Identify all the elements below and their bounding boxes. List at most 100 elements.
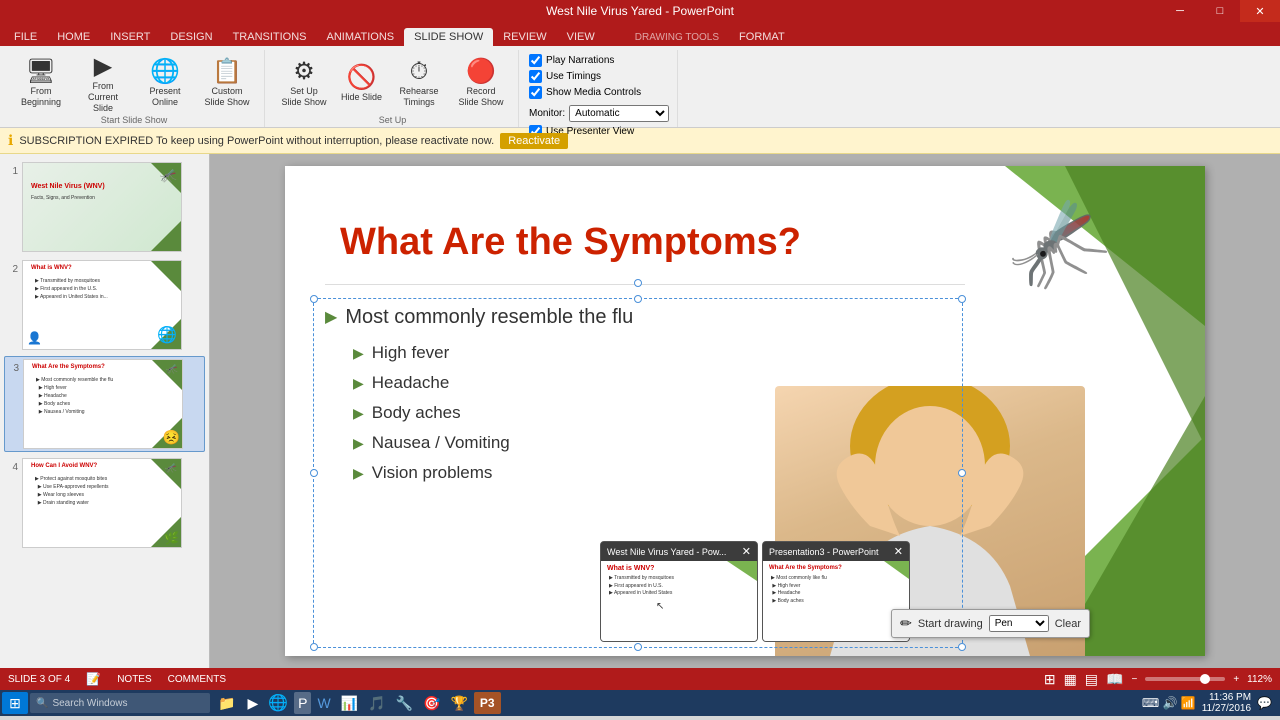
zoom-level[interactable]: 112% — [1247, 674, 1272, 685]
slide-img-2: What is WNV? ▶ Transmitted by mosquitoes… — [22, 260, 182, 350]
rotate-handle[interactable] — [634, 279, 642, 287]
ribbon-group-setup: ⚙ Set Up Slide Show 🚫 Hide Slide ⏱ Rehea… — [267, 50, 519, 127]
minimize-button[interactable]: ─ — [1160, 0, 1200, 22]
zoom-minus-button[interactable]: − — [1131, 674, 1137, 685]
bullet-5: ▶ Vision problems — [353, 463, 825, 483]
handle-bl[interactable] — [310, 643, 318, 651]
tab-review[interactable]: REVIEW — [493, 28, 556, 46]
tab-design[interactable]: DESIGN — [160, 28, 222, 46]
notes-icon: 📝 — [86, 672, 101, 686]
taskbar-icon-7[interactable]: 🏆 — [446, 692, 471, 714]
slide-number-3: 3 — [7, 363, 19, 374]
from-current-button[interactable]: ▶ From Current Slide — [74, 50, 132, 115]
popup-preview-1: What is WNV? ▶ Transmitted by mosquitoes… — [601, 561, 757, 641]
monitor-select[interactable]: Automatic — [569, 105, 669, 122]
handle-bc[interactable] — [634, 643, 642, 651]
bullet-text-3: Body aches — [372, 403, 461, 423]
slide-thumb-2[interactable]: 2 What is WNV? ▶ Transmitted by mosquito… — [4, 258, 205, 352]
slide-thumb-4[interactable]: 4 How Can I Avoid WNV? ▶ Protect against… — [4, 456, 205, 550]
present-online-button[interactable]: 🌐 Present Online — [136, 55, 194, 110]
bullet-2: ▶ Headache — [353, 373, 825, 393]
view-slide-icon[interactable]: ▤ — [1085, 671, 1098, 688]
zoom-plus-button[interactable]: + — [1233, 674, 1239, 685]
tab-slideshow[interactable]: SLIDE SHOW — [404, 28, 493, 46]
start-button[interactable]: ⊞ — [2, 692, 28, 714]
bullet-text-5: Vision problems — [372, 463, 493, 483]
notes-label[interactable]: NOTES — [117, 674, 151, 685]
handle-tr[interactable] — [958, 295, 966, 303]
set-up-button[interactable]: ⚙ Set Up Slide Show — [275, 55, 333, 110]
slide-img-3: What Are the Symptoms? ▶ Most commonly r… — [23, 359, 183, 449]
taskbar-icon-3[interactable]: 📊 — [337, 692, 362, 714]
slide-content: ▶ Most commonly resemble the flu ▶ High … — [325, 306, 825, 493]
handle-tl[interactable] — [310, 295, 318, 303]
popup-close-1[interactable]: ✕ — [742, 545, 751, 558]
reactivate-button[interactable]: Reactivate — [500, 133, 568, 149]
clear-button[interactable]: Clear — [1055, 618, 1081, 630]
taskbar-right: ⌨ 🔊 📶 11:36 PM 11/27/2016 💬 — [1142, 692, 1278, 714]
show-media-check[interactable] — [529, 86, 542, 99]
custom-icon: 📋 — [212, 57, 242, 86]
popup-close-2[interactable]: ✕ — [894, 545, 903, 558]
taskbar-powerpoint[interactable]: P — [294, 692, 311, 714]
taskbar-icon-5[interactable]: 🔧 — [392, 692, 417, 714]
notifications-icon[interactable]: 💬 — [1257, 696, 1272, 710]
tab-home[interactable]: HOME — [47, 28, 100, 46]
hide-slide-button[interactable]: 🚫 Hide Slide — [337, 61, 386, 105]
view-normal-icon[interactable]: ⊞ — [1044, 671, 1056, 688]
taskbar-media-player[interactable]: ▶ — [243, 692, 262, 714]
from-beginning-button[interactable]: 🖥 From Beginning — [12, 55, 70, 110]
taskbar-file-explorer[interactable]: 📁 — [212, 692, 241, 714]
taskbar-browser[interactable]: 🌐 — [264, 692, 292, 714]
tab-file[interactable]: FILE — [4, 28, 47, 46]
close-button[interactable]: ✕ — [1240, 0, 1280, 22]
taskbar-ppt-active[interactable]: P3 — [474, 692, 501, 714]
rehearse-button[interactable]: ⏱ Rehearse Timings — [390, 56, 448, 110]
bullet-text-4: Nausea / Vomiting — [372, 433, 510, 453]
slide-info: SLIDE 3 OF 4 — [8, 674, 70, 685]
record-button[interactable]: 🔴 Record Slide Show — [452, 55, 510, 110]
taskbar-word[interactable]: W — [313, 692, 334, 714]
handle-tc[interactable] — [634, 295, 642, 303]
bullet-1: ▶ High fever — [353, 343, 825, 363]
play-icon: ▶ — [94, 52, 112, 81]
bullet-text-1: High fever — [372, 343, 449, 363]
tab-transitions[interactable]: TRANSITIONS — [223, 28, 317, 46]
maximize-button[interactable]: □ — [1200, 0, 1240, 22]
start-drawing-button[interactable]: Start drawing — [918, 618, 983, 630]
view-reader-icon[interactable]: 📖 — [1106, 671, 1123, 688]
slide-thumb-3[interactable]: 3 What Are the Symptoms? ▶ Most commonly… — [4, 356, 205, 452]
ribbon-tabs: FILE HOME INSERT DESIGN TRANSITIONS ANIM… — [0, 22, 1280, 46]
tab-insert[interactable]: INSERT — [100, 28, 160, 46]
status-right: ⊞ ▦ ▤ 📖 − + 112% — [1044, 671, 1272, 688]
main-arrow-icon: ▶ — [325, 307, 337, 327]
tab-view[interactable]: VIEW — [557, 28, 605, 46]
play-narrations-check[interactable] — [529, 54, 542, 67]
use-timings-check[interactable] — [529, 70, 542, 83]
slide-img-4: How Can I Avoid WNV? ▶ Protect against m… — [22, 458, 182, 548]
pen-type-select[interactable]: Pen — [989, 615, 1049, 632]
zoom-slider[interactable] — [1145, 677, 1225, 681]
handle-ml[interactable] — [310, 469, 318, 477]
tab-animations[interactable]: ANIMATIONS — [317, 28, 405, 46]
taskbar-icon-6[interactable]: 🎯 — [419, 692, 444, 714]
popup-title-2: Presentation3 - PowerPoint — [769, 547, 879, 557]
info-icon: ℹ — [8, 132, 13, 149]
view-outline-icon[interactable]: ▦ — [1064, 671, 1077, 688]
notification-text: SUBSCRIPTION EXPIRED To keep using Power… — [19, 135, 494, 147]
custom-slideshow-button[interactable]: 📋 Custom Slide Show — [198, 55, 256, 110]
comments-label[interactable]: COMMENTS — [168, 674, 226, 685]
tab-drawing-tools[interactable]: DRAWING TOOLS — [625, 29, 729, 46]
monitor-icon: 🖥 — [26, 57, 56, 86]
zoom-thumb[interactable] — [1200, 674, 1210, 684]
ribbon-group-monitors: Play Narrations Use Timings Show Media C… — [521, 50, 678, 127]
popup-header-2: Presentation3 - PowerPoint ✕ — [763, 542, 909, 561]
taskbar-icon-4[interactable]: 🎵 — [364, 692, 389, 714]
taskbar-search[interactable]: 🔍 Search Windows — [30, 693, 210, 713]
title-bar-text: West Nile Virus Yared - PowerPoint — [546, 4, 734, 18]
clock: 11:36 PM 11/27/2016 — [1202, 692, 1251, 714]
slide-thumb-1[interactable]: 1 West Nile Virus (WNV) Facts, Signs, an… — [4, 160, 205, 254]
arrow-icon-1: ▶ — [353, 345, 364, 362]
tab-format[interactable]: FORMAT — [729, 28, 795, 46]
canvas-area: 🦟 What Are the Symptoms? ▶ Most commonly… — [210, 154, 1280, 668]
